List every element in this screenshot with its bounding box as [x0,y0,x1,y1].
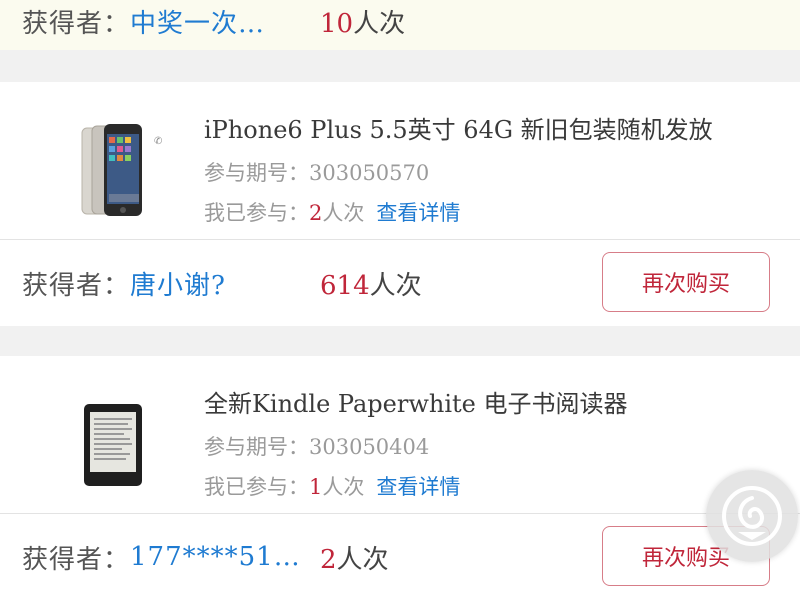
view-details-link[interactable]: 查看详情 [376,475,460,499]
joined-number: 1 [309,475,323,499]
joined-line: 我已参与：1人次 查看详情 [204,471,628,501]
joined-label: 我已参与： [204,475,309,499]
winner-count-number: 10 [320,8,354,39]
winner-name-link[interactable]: 唐小谢? [130,265,226,302]
period-label: 参与期号： [204,161,309,185]
winner-count: 2人次 [320,539,389,576]
order-card-iphone: ✆ iPhone6 Plus 5.5英寸 64G 新旧包装随机发放 参与期号：3… [0,82,800,326]
leaf-swirl-icon [722,486,782,546]
winner-label: 获得者： [22,270,131,301]
period-line: 参与期号：303050570 [204,157,713,187]
floating-logo-button[interactable] [706,470,798,562]
winner-section: 获得者： 唐小谢? 614人次 再次购买 [0,240,800,326]
joined-number: 2 [309,201,323,225]
product-section[interactable]: ✆ iPhone6 Plus 5.5英寸 64G 新旧包装随机发放 参与期号：3… [0,82,800,240]
product-section[interactable]: 全新Kindle Paperwhite 电子书阅读器 参与期号：30305040… [0,356,800,514]
winner-count: 10人次 [320,3,405,40]
order-card-kindle: 全新Kindle Paperwhite 电子书阅读器 参与期号：30305040… [0,356,800,600]
period-value: 303050404 [309,435,430,459]
iphone-thumbnail[interactable]: ✆ [78,122,178,222]
winner-name-link[interactable]: 177****51… [130,542,301,572]
winner-count: 614人次 [320,265,422,302]
winner-label: 获得者： [22,544,131,575]
winner-count-number: 2 [320,544,337,575]
product-info: 全新Kindle Paperwhite 电子书阅读器 参与期号：30305040… [204,384,628,501]
winner-name-link[interactable]: 中奖一次… [130,3,265,40]
product-info: iPhone6 Plus 5.5英寸 64G 新旧包装随机发放 参与期号：303… [204,110,713,227]
winner-row-top: 获得者： 中奖一次… 10人次 [0,0,800,50]
winner-count-suffix: 人次 [369,270,422,301]
period-value: 303050570 [309,161,430,185]
kindle-thumbnail[interactable] [78,390,178,490]
purchase-history-page: 获得者： 中奖一次… 10人次 ✆ iPhone6 Plus 5.5英寸 64G… [0,0,800,600]
view-details-link[interactable]: 查看详情 [376,201,460,225]
joined-suffix: 人次 [322,201,365,225]
product-title[interactable]: 全新Kindle Paperwhite 电子书阅读器 [204,384,628,419]
joined-line: 我已参与：2人次 查看详情 [204,197,713,227]
svg-text:✆: ✆ [154,136,162,147]
period-label: 参与期号： [204,435,309,459]
joined-label: 我已参与： [204,201,309,225]
winner-label: 获得者： [22,8,131,39]
winner-section: 获得者： 177****51… 2人次 再次购买 [0,514,800,600]
joined-suffix: 人次 [322,475,365,499]
winner-count-number: 614 [320,270,370,301]
winner-count-suffix: 人次 [336,544,389,575]
buy-again-button[interactable]: 再次购买 [602,252,770,312]
product-title[interactable]: iPhone6 Plus 5.5英寸 64G 新旧包装随机发放 [204,110,713,145]
period-line: 参与期号：303050404 [204,431,628,461]
winner-count-suffix: 人次 [353,8,406,39]
